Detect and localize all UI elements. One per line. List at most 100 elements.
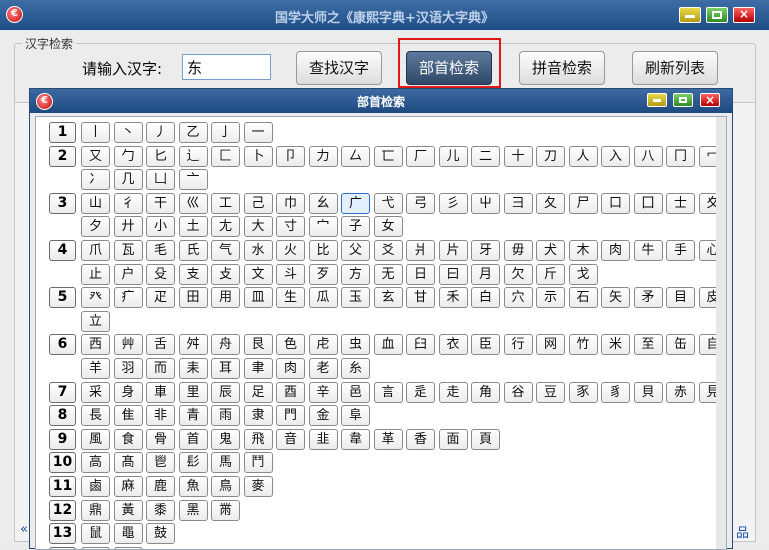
radical-button[interactable]: 瓜 [308,287,338,309]
radical-button[interactable]: 聿 [243,358,273,379]
radical-button[interactable]: 鬯 [146,452,175,474]
radical-button[interactable]: 卩 [276,145,305,167]
radical-button[interactable]: 寸 [276,216,305,238]
radical-button[interactable]: 虫 [341,334,370,356]
radical-button[interactable]: 止 [81,263,110,285]
character-input[interactable]: 东 [182,54,271,80]
radical-button[interactable]: 黹 [211,499,240,521]
radical-button[interactable]: 彡 [438,192,468,214]
radical-button[interactable]: 皿 [243,287,273,309]
radical-button[interactable]: 舛 [178,334,208,356]
radical-button[interactable]: 文 [243,263,273,285]
radical-button[interactable]: 毋 [503,240,533,261]
radical-button[interactable]: 血 [373,334,403,356]
radical-button[interactable]: 耒 [178,358,208,379]
radical-button[interactable]: 干 [146,192,175,214]
radical-button[interactable]: 骨 [146,428,175,450]
radical-button[interactable]: 風 [81,428,110,450]
radical-button[interactable]: 弓 [406,192,435,214]
stroke-count-button[interactable]: 4 [49,240,76,261]
radical-button[interactable]: 囗 [633,192,663,214]
radical-button[interactable]: 黑 [178,499,208,521]
radical-button[interactable]: 目 [666,287,695,309]
radical-button[interactable]: 尸 [568,192,598,214]
radical-button[interactable]: 手 [666,240,695,261]
radical-button[interactable]: 儿 [438,145,468,167]
radical-button[interactable]: 豆 [536,381,565,403]
radical-button[interactable]: 黽 [113,523,143,545]
radical-button[interactable]: 丿 [146,122,175,143]
radical-button[interactable]: 疒 [113,287,143,309]
radical-button[interactable]: 玄 [373,287,403,309]
radical-button[interactable]: 力 [308,145,338,167]
radical-button[interactable]: 冂 [666,145,695,167]
radical-button[interactable]: 勹 [113,145,143,167]
radical-button[interactable]: 谷 [503,381,533,403]
radical-button[interactable]: 冫 [81,169,110,191]
radical-button[interactable]: 片 [438,240,468,261]
radical-button[interactable]: 口 [601,192,630,214]
pinyin-search-button[interactable]: 拼音检索 [519,51,605,85]
radical-button[interactable]: 隶 [243,405,273,427]
radical-button[interactable]: 屮 [471,192,500,214]
radical-button[interactable]: 曰 [438,263,468,285]
dialog-maximize-button[interactable] [673,93,693,107]
radical-button[interactable]: 玉 [341,287,370,309]
radical-button[interactable]: 雨 [211,405,240,427]
radical-button[interactable]: 馬 [211,452,240,474]
radical-button[interactable]: 入 [601,145,630,167]
radical-button[interactable]: 田 [178,287,208,309]
radical-button[interactable]: 肉 [601,240,630,261]
radical-button[interactable]: 辶 [178,145,208,167]
stroke-count-button[interactable]: 13 [49,523,76,545]
radical-button[interactable]: 戈 [568,263,598,285]
radical-button[interactable]: 貝 [633,381,663,403]
radical-button[interactable]: 亅 [211,122,240,143]
radical-button[interactable]: 石 [568,287,598,309]
radical-button[interactable]: 鬼 [211,428,240,450]
radical-button[interactable]: 网 [536,334,565,356]
radical-button[interactable]: 八 [633,145,663,167]
radical-button[interactable]: 瓦 [113,240,143,261]
radical-button[interactable]: 艮 [243,334,273,356]
radical-button[interactable]: 犬 [536,240,565,261]
radical-button[interactable]: 夕 [81,216,110,238]
radical-button[interactable]: 鹵 [81,476,110,497]
radical-button[interactable]: 隹 [113,405,143,427]
radical-button[interactable]: 鼎 [81,499,110,521]
radical-button[interactable]: 人 [568,145,598,167]
radical-button[interactable]: 非 [146,405,175,427]
stroke-count-button[interactable]: 9 [49,428,76,450]
radical-button[interactable]: 斗 [276,263,305,285]
radical-button[interactable]: 刀 [536,145,565,167]
radical-button[interactable]: 臣 [471,334,500,356]
radical-button[interactable]: 厂 [406,145,435,167]
radical-button[interactable]: 士 [666,192,695,214]
radical-button[interactable]: 牙 [471,240,500,261]
radical-button[interactable]: 氏 [178,240,208,261]
radical-button[interactable]: 舟 [211,334,240,356]
radical-button[interactable]: 韭 [308,428,338,450]
radical-button[interactable]: 幺 [308,192,338,214]
radical-button[interactable]: 用 [211,287,240,309]
stroke-count-button[interactable]: 11 [49,476,76,497]
radical-button[interactable]: 飛 [243,428,273,450]
radical-button[interactable]: 鳥 [211,476,240,497]
radical-button[interactable]: 大 [243,216,273,238]
radical-button[interactable]: 巛 [178,192,208,214]
radical-button[interactable]: 音 [276,428,305,450]
radical-button[interactable]: 老 [308,358,338,379]
radical-button[interactable]: 行 [503,334,533,356]
radical-button[interactable]: 户 [113,263,143,285]
radical-button[interactable]: 辵 [406,381,435,403]
radical-button[interactable]: 走 [438,381,468,403]
close-button[interactable]: × [733,7,755,23]
radical-button[interactable]: 广 [341,192,370,214]
stroke-count-button[interactable]: 10 [49,452,76,474]
radical-button[interactable]: 阜 [341,405,370,427]
radical-button[interactable]: 乙 [178,122,208,143]
stroke-count-button[interactable]: 1 [49,122,76,143]
radical-button[interactable]: 身 [113,381,143,403]
radical-button[interactable]: 丶 [113,122,143,143]
refresh-list-button[interactable]: 刷新列表 [632,51,718,85]
